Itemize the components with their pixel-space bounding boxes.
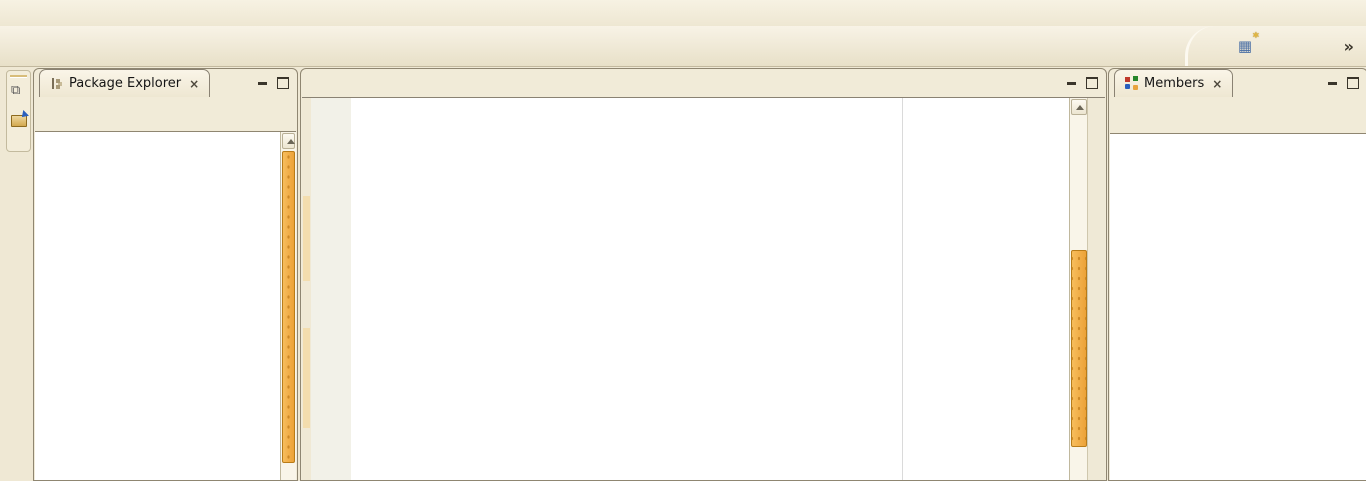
fast-view-folder-icon[interactable] (11, 115, 27, 127)
perspective-icon[interactable]: ▦* (1234, 34, 1256, 58)
package-explorer-title: Package Explorer (69, 76, 181, 91)
scroll-up-icon[interactable] (282, 133, 295, 149)
main-toolbar (0, 26, 1366, 67)
minimize-icon[interactable] (1328, 82, 1337, 85)
members-panel: Members × (1108, 68, 1366, 481)
close-icon[interactable]: × (1212, 77, 1222, 91)
maximize-icon[interactable] (277, 77, 289, 89)
package-explorer-panel: Package Explorer × (33, 68, 298, 481)
restore-view-icon[interactable]: ⧉ (11, 83, 20, 98)
scrollbar-thumb[interactable] (282, 151, 295, 463)
scroll-up-icon[interactable] (1071, 99, 1087, 115)
editor-body[interactable] (302, 97, 1105, 480)
members-body (1110, 133, 1366, 480)
maximize-icon[interactable] (1086, 77, 1098, 89)
maximize-icon[interactable] (1347, 77, 1359, 89)
folding-ruler (351, 98, 367, 480)
overview-ruler (1087, 98, 1105, 480)
tab-package-explorer[interactable]: Package Explorer × (39, 69, 210, 97)
editor-panel (300, 68, 1107, 481)
scrollbar-thumb[interactable] (1071, 250, 1087, 447)
print-margin-line (902, 98, 903, 480)
perspective-overflow-chevron[interactable]: » (1344, 37, 1354, 56)
perspective-bar: ▦* » (1185, 26, 1366, 66)
fast-view-bar: ⧉ (6, 70, 31, 152)
close-icon[interactable]: × (189, 77, 199, 91)
package-explorer-icon (50, 77, 63, 90)
members-icon (1125, 77, 1138, 90)
minimize-icon[interactable] (258, 82, 267, 85)
minimize-icon[interactable] (1067, 82, 1076, 85)
package-explorer-body (35, 131, 296, 480)
line-number-ruler (311, 98, 351, 480)
editor-scrollbar[interactable] (1069, 98, 1088, 480)
members-title: Members (1144, 76, 1204, 91)
menu-bar (0, 0, 1366, 27)
drag-handle[interactable] (10, 75, 27, 78)
tab-members[interactable]: Members × (1114, 69, 1233, 97)
package-explorer-scrollbar[interactable] (280, 132, 296, 480)
